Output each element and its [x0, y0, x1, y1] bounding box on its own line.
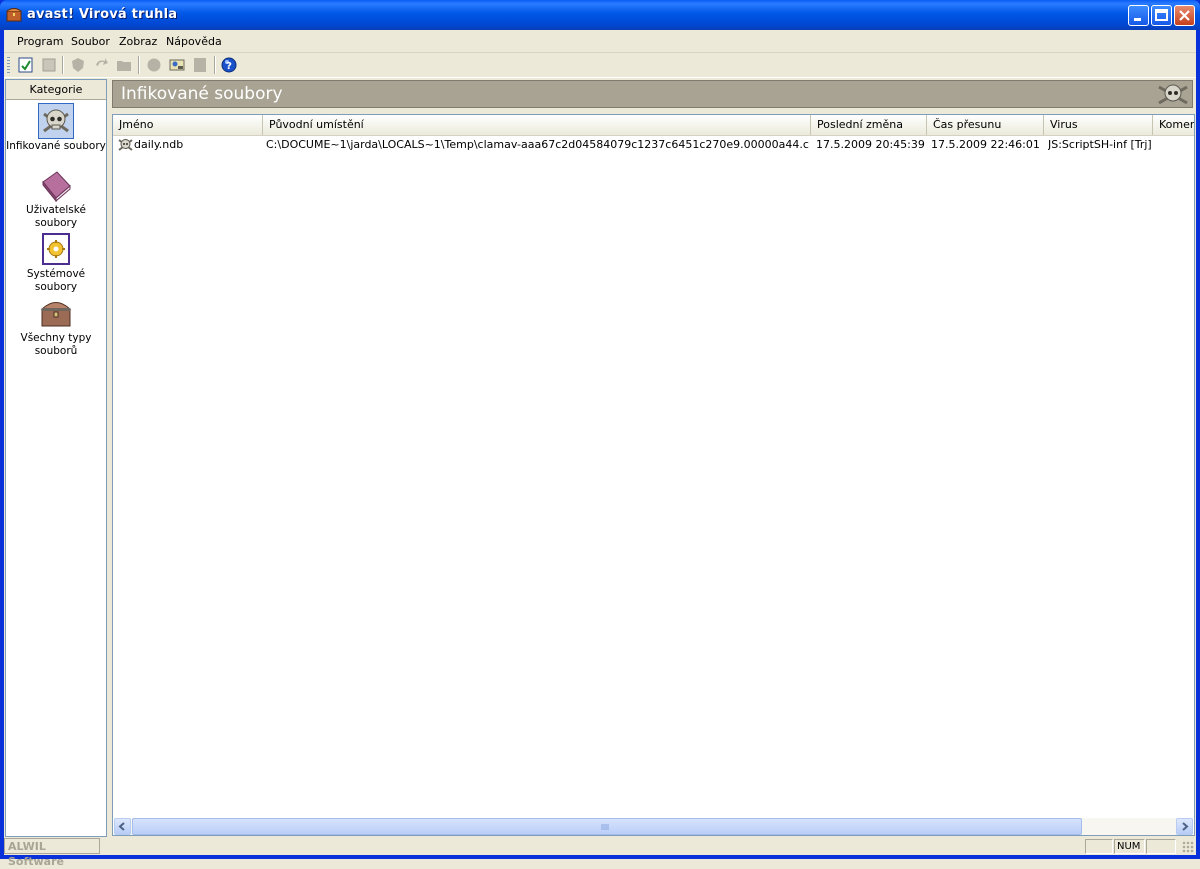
section-banner: Infikované soubory: [112, 80, 1193, 108]
category-label: Všechny typy souborů: [20, 332, 92, 357]
toolbar-grip[interactable]: [7, 57, 10, 73]
resize-grip[interactable]: [1182, 841, 1194, 853]
folder-icon: [117, 61, 131, 71]
send-icon[interactable]: [169, 57, 185, 73]
toolbar: ?: [4, 53, 1196, 78]
arrow-right-icon: [1182, 822, 1189, 831]
export-icon: [194, 58, 206, 72]
column-header-comment[interactable]: Komentář: [1153, 115, 1194, 135]
column-header-location[interactable]: Původní umístění: [263, 115, 811, 135]
scroll-thumb[interactable]: [132, 818, 1082, 835]
toolbar-separator: [62, 56, 64, 74]
category-header: Kategorie: [6, 80, 106, 100]
arrow-left-icon: [118, 822, 125, 831]
delete-icon: [147, 58, 161, 72]
column-header-moved[interactable]: Čas přesunu: [927, 115, 1044, 135]
column-header-name[interactable]: Jméno: [113, 115, 263, 135]
toolbar-separator: [214, 56, 216, 74]
cell-location: C:\DOCUME~1\jarda\LOCALS~1\Temp\clamav-a…: [266, 138, 809, 151]
category-label: Uživatelské soubory: [26, 204, 86, 229]
maximize-button[interactable]: [1151, 5, 1172, 26]
status-brand: ALWIL Software: [4, 838, 100, 868]
minimize-button[interactable]: [1128, 5, 1149, 26]
horizontal-scrollbar[interactable]: [114, 818, 1193, 835]
close-button[interactable]: [1174, 5, 1195, 26]
category-user-files[interactable]: Uživatelské soubory: [6, 168, 106, 230]
maximize-icon: [1155, 9, 1168, 21]
menu-program[interactable]: Program: [17, 35, 63, 48]
column-header-modified[interactable]: Poslední změna: [811, 115, 927, 135]
list-header: Jméno Původní umístění Poslední změna Ča…: [113, 115, 1194, 136]
window-title: avast! Virová truhla: [27, 7, 178, 22]
file-list: Jméno Původní umístění Poslední změna Ča…: [112, 114, 1195, 836]
system-gear-icon: [39, 232, 73, 266]
title-bar[interactable]: avast! Virová truhla: [0, 0, 1200, 30]
client-area: Program Soubor Zobraz Nápověda ? Kategor…: [4, 30, 1196, 868]
cell-name: daily.ndb: [134, 138, 184, 151]
menu-bar: Program Soubor Zobraz Nápověda: [4, 30, 1196, 53]
status-pane-empty: [1085, 839, 1113, 854]
book-icon: [39, 168, 73, 203]
menu-zobraz[interactable]: Zobraz: [119, 35, 157, 48]
status-bar: ALWIL Software NUM: [4, 838, 1196, 868]
svg-text:?: ?: [226, 61, 232, 72]
chest-icon: [39, 296, 73, 330]
cell-virus: JS:ScriptSH-inf [Trj]: [1048, 138, 1152, 151]
properties-icon: [42, 58, 56, 72]
skull-icon: [38, 103, 74, 139]
avast-chest-icon: [6, 8, 22, 22]
status-num: NUM: [1114, 839, 1145, 854]
app-window: avast! Virová truhla Program Soubor Zobr…: [0, 0, 1200, 868]
column-header-virus[interactable]: Virus: [1044, 115, 1153, 135]
category-infected[interactable]: Infikované soubory: [6, 103, 106, 153]
help-icon[interactable]: ?: [221, 57, 237, 73]
status-pane-empty: [1146, 839, 1176, 854]
category-label: Infikované soubory: [6, 140, 106, 152]
section-title: Infikované soubory: [121, 84, 283, 104]
category-label: Systémové soubory: [26, 268, 86, 293]
scroll-right-button[interactable]: [1176, 818, 1193, 835]
category-system-files[interactable]: Systémové soubory: [6, 232, 106, 294]
restore-icon: [96, 58, 108, 66]
skull-icon: [1158, 84, 1188, 105]
scan-icon: [72, 58, 84, 72]
close-icon: [1179, 10, 1190, 21]
thumb-grip-icon: [601, 824, 609, 830]
category-panel: Kategorie Infikované soubory Uživatelské…: [5, 79, 107, 837]
minimize-icon: [1134, 18, 1141, 21]
toolbar-separator: [138, 56, 140, 74]
category-all-files[interactable]: Všechny typy souborů: [6, 296, 106, 358]
cell-modified: 17.5.2009 20:45:39: [816, 138, 925, 151]
scroll-left-button[interactable]: [114, 818, 131, 835]
table-row[interactable]: daily.ndb C:\DOCUME~1\jarda\LOCALS~1\Tem…: [113, 136, 1194, 153]
menu-napoveda[interactable]: Nápověda: [166, 35, 222, 48]
menu-soubor[interactable]: Soubor: [71, 35, 110, 48]
infected-file-icon: [118, 139, 133, 151]
refresh-icon[interactable]: [18, 57, 34, 73]
cell-moved: 17.5.2009 22:46:01: [931, 138, 1040, 151]
